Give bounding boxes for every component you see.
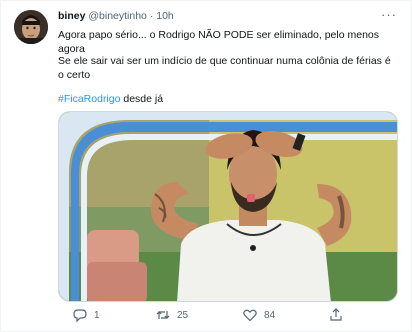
timestamp[interactable]: 10h	[156, 10, 174, 22]
display-name[interactable]: biney	[58, 10, 85, 22]
hashtag-suffix: desde já	[120, 93, 164, 105]
tweet-media-image[interactable]	[58, 111, 398, 302]
avatar-image	[14, 10, 48, 44]
tweet-card[interactable]: biney @bineytinho · 10h ··· Agora papo s…	[0, 0, 412, 332]
hashtag-link[interactable]: #FicaRodrigo	[58, 93, 120, 105]
retweet-icon	[156, 311, 170, 319]
heart-icon	[243, 309, 257, 322]
tweet-text-line-3: #FicaRodrigo desde já	[58, 92, 398, 106]
reply-count: 1	[94, 309, 100, 321]
separator-dot: ·	[149, 10, 154, 22]
reply-button[interactable]: 1	[72, 306, 100, 324]
share-button[interactable]	[328, 306, 350, 324]
like-button[interactable]: 84	[242, 306, 275, 324]
like-count: 84	[264, 309, 276, 321]
more-horizontal-icon[interactable]: ···	[381, 7, 397, 22]
media-photo	[59, 112, 397, 301]
user-handle[interactable]: @bineytinho	[88, 10, 147, 22]
tweet-actions: 1 25 84	[58, 306, 388, 324]
reply-icon	[73, 309, 87, 323]
retweet-button[interactable]: 25	[155, 306, 188, 324]
retweet-count: 25	[177, 309, 189, 321]
tweet-header: biney @bineytinho · 10h	[58, 10, 174, 22]
avatar[interactable]	[14, 10, 48, 44]
share-icon	[330, 308, 342, 321]
tweet-text-line-1: Agora papo sério... o Rodrigo NÃO PODE s…	[58, 29, 379, 55]
tweet-text-line-2: Se ele sair vai ser um indício de que co…	[58, 55, 391, 81]
